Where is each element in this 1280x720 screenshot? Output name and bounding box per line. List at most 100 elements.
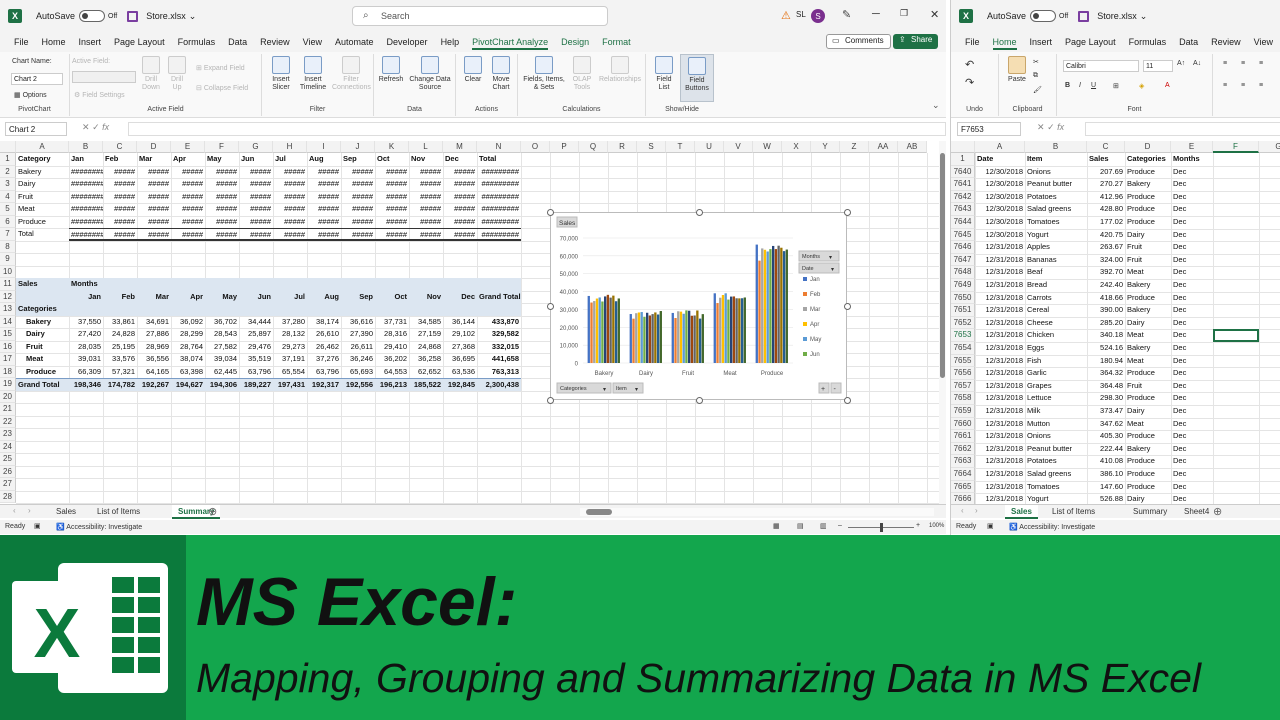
row-header[interactable]: 16 (0, 340, 16, 353)
pivot-row-label[interactable]: Meat (16, 353, 69, 366)
align-middle-icon[interactable]: ≡ (1241, 60, 1245, 67)
add-sheet-icon[interactable]: ⊕ (1213, 505, 1222, 518)
pivot-value[interactable]: 29,102 (443, 328, 477, 341)
hash-cell[interactable]: ##### (307, 216, 341, 229)
hash-cell[interactable]: ##### (137, 228, 171, 241)
fill-color-icon[interactable]: ◈ (1139, 82, 1144, 90)
pivot-value[interactable]: 36,258 (409, 353, 443, 366)
pivot-value[interactable]: 36,702 (205, 316, 239, 329)
selected-cell[interactable] (1213, 329, 1259, 342)
table-header[interactable]: Jul (273, 153, 307, 166)
clear-button[interactable]: Clear (460, 56, 486, 84)
column-header[interactable]: A (16, 141, 69, 153)
pivot-value[interactable]: 38,174 (307, 316, 341, 329)
row-header[interactable]: 6 (0, 215, 16, 228)
grow-font-icon[interactable]: A↑ (1177, 60, 1185, 67)
pivot-value[interactable]: 26,611 (341, 341, 375, 354)
hash-cell[interactable]: ######## (69, 216, 103, 229)
pivot-value[interactable]: 27,420 (69, 328, 103, 341)
scrollbar-thumb[interactable] (586, 509, 612, 515)
data-cell[interactable]: 12/31/2018 (975, 342, 1025, 355)
resize-handle[interactable] (695, 209, 703, 216)
data-cell[interactable]: Fruit (1125, 254, 1171, 267)
data-cell[interactable]: 364.32 (1087, 367, 1125, 380)
pivot-value[interactable]: 57,321 (103, 366, 137, 379)
pivot-month-header[interactable]: Apr (171, 290, 205, 303)
pivot-value[interactable]: 66,309 (69, 366, 103, 379)
ribbon-tab-home[interactable]: Home (42, 32, 66, 52)
hash-cell[interactable]: ##### (443, 191, 477, 204)
column-header[interactable]: L (409, 141, 443, 153)
hash-cell[interactable]: ######### (477, 191, 521, 204)
column-header[interactable]: D (137, 141, 171, 153)
hash-cell[interactable]: ##### (375, 228, 409, 241)
macro-icon[interactable]: ▣ (34, 522, 41, 530)
hash-cell[interactable]: ##### (103, 191, 137, 204)
row-header[interactable]: 7657 (951, 379, 975, 393)
zoom-slider-thumb[interactable] (880, 523, 883, 532)
data-cell[interactable]: 420.75 (1087, 229, 1125, 242)
pivot-value[interactable]: 29,476 (239, 341, 273, 354)
ribbon-tab-review[interactable]: Review (1211, 32, 1241, 52)
pivot-value[interactable]: 35,519 (239, 353, 273, 366)
row-header[interactable]: 9 (0, 253, 16, 266)
hash-cell[interactable]: ##### (443, 216, 477, 229)
pivot-value[interactable]: 63,536 (443, 366, 477, 379)
data-cell[interactable]: Bakery (1125, 443, 1171, 456)
hash-cell[interactable]: ##### (273, 191, 307, 204)
hash-cell[interactable]: ##### (205, 191, 239, 204)
hash-cell[interactable]: ##### (307, 178, 341, 191)
ribbon-tab-view[interactable]: View (303, 32, 322, 52)
pivot-value[interactable]: 62,445 (205, 366, 239, 379)
row-header[interactable]: 7659 (951, 405, 975, 418)
data-cell[interactable]: 12/30/2018 (975, 178, 1025, 191)
data-cell[interactable]: 12/31/2018 (975, 329, 1025, 342)
shrink-font-icon[interactable]: A↓ (1193, 60, 1201, 67)
pivot-blank[interactable] (307, 278, 341, 291)
pivot-grand-total-header[interactable]: Grand Total (477, 290, 521, 303)
data-cell[interactable]: 12/30/2018 (975, 216, 1025, 229)
data-cell[interactable]: Meat (1125, 355, 1171, 368)
data-cell[interactable]: Dec (1171, 355, 1213, 368)
hash-cell[interactable]: ##### (409, 228, 443, 241)
hash-cell[interactable]: ######### (477, 203, 521, 216)
hash-cell[interactable]: ##### (137, 203, 171, 216)
data-cell[interactable]: Dec (1171, 367, 1213, 380)
pivot-value[interactable]: 34,585 (409, 316, 443, 329)
column-header[interactable]: O (521, 141, 550, 153)
accessibility-status[interactable]: ♿ Accessibility: Investigate (56, 523, 142, 531)
hash-cell[interactable]: ##### (205, 228, 239, 241)
pivot-value[interactable]: 29,410 (375, 341, 409, 354)
name-box-right[interactable]: F7653 (957, 122, 1021, 136)
data-cell[interactable]: 12/31/2018 (975, 443, 1025, 456)
column-header[interactable]: AA (869, 141, 898, 153)
data-cell[interactable]: Dec (1171, 241, 1213, 254)
sheet-tab[interactable]: Sheet4 (1178, 505, 1215, 519)
column-header[interactable]: V (724, 141, 753, 153)
column-header[interactable]: G (239, 141, 273, 153)
row-header[interactable]: 7658 (951, 392, 975, 405)
row-header[interactable]: 7652 (951, 316, 975, 330)
pivot-grand-total-value[interactable]: 194,306 (205, 378, 239, 391)
zoom-out-icon[interactable]: – (838, 522, 842, 529)
column-header[interactable]: E (1171, 141, 1213, 153)
pivot-value[interactable]: 63,796 (307, 366, 341, 379)
data-cell[interactable]: Dec (1171, 304, 1213, 317)
data-cell[interactable]: Potatoes (1025, 455, 1087, 468)
zoom-slider[interactable] (848, 523, 914, 532)
pivot-blank[interactable] (341, 303, 375, 316)
row-header[interactable]: 12 (0, 290, 16, 303)
resize-handle[interactable] (547, 397, 554, 404)
select-all-corner[interactable] (0, 141, 16, 153)
hash-cell[interactable]: ######### (477, 216, 521, 229)
hash-cell[interactable]: ##### (443, 166, 477, 179)
data-cell[interactable]: Eggs (1025, 342, 1087, 355)
share-button[interactable]: ⇪ Share (893, 34, 939, 49)
data-cell[interactable]: Cereal (1025, 304, 1087, 317)
data-cell[interactable]: Bakery (1125, 279, 1171, 292)
pivot-blank[interactable] (171, 303, 205, 316)
data-cell[interactable]: 12/31/2018 (975, 418, 1025, 431)
chevron-down-icon[interactable]: ⌄ (1140, 11, 1148, 22)
data-cell[interactable]: Dec (1171, 329, 1213, 342)
row-header[interactable]: 7654 (951, 342, 975, 355)
